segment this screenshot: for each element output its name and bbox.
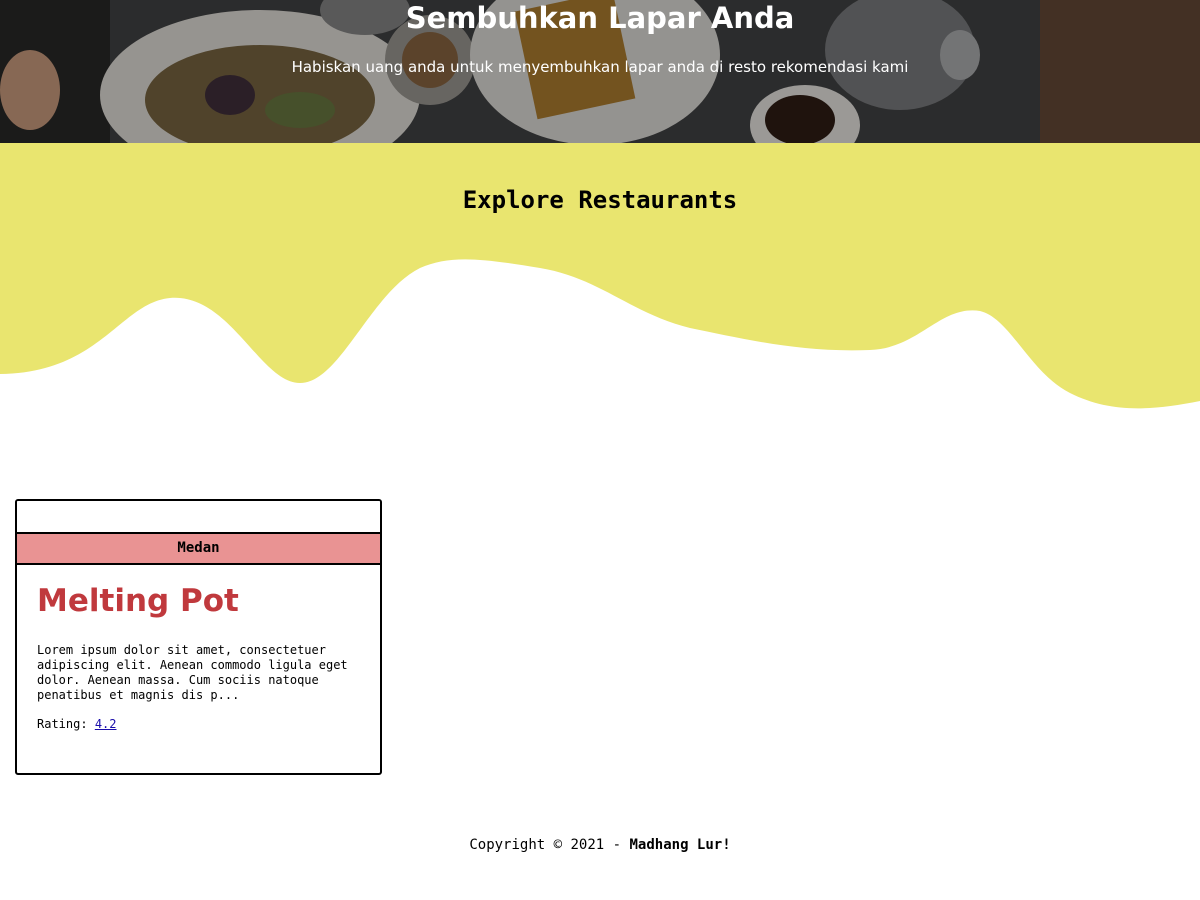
rating-row: Rating: 4.2	[37, 716, 367, 732]
hero-subtitle: Habiskan uang anda untuk menyembuhkan la…	[291, 58, 909, 76]
explore-title: Explore Restaurants	[462, 186, 738, 214]
restaurant-description: Lorem ipsum dolor sit amet, consectetuer…	[37, 643, 348, 702]
hero-banner: Sembuhkan Lapar Anda Habiskan uang anda …	[0, 0, 1200, 143]
restaurant-card[interactable]: Medan Melting Pot Lorem ipsum dolor sit …	[15, 499, 382, 775]
explore-section: Explore Restaurants	[0, 143, 1200, 443]
rating-label: Rating:	[37, 717, 88, 731]
restaurant-image	[17, 501, 380, 534]
hero-title: Sembuhkan Lapar Anda	[405, 1, 795, 35]
brand-name: Madhang Lur!	[629, 837, 731, 853]
rating-link[interactable]: 4.2	[95, 717, 117, 731]
city-badge: Medan	[17, 534, 380, 565]
copyright-text: Copyright © 2021 -	[469, 837, 630, 853]
restaurant-name[interactable]: Melting Pot	[37, 581, 367, 621]
footer: Copyright © 2021 - Madhang Lur!	[0, 835, 1200, 855]
